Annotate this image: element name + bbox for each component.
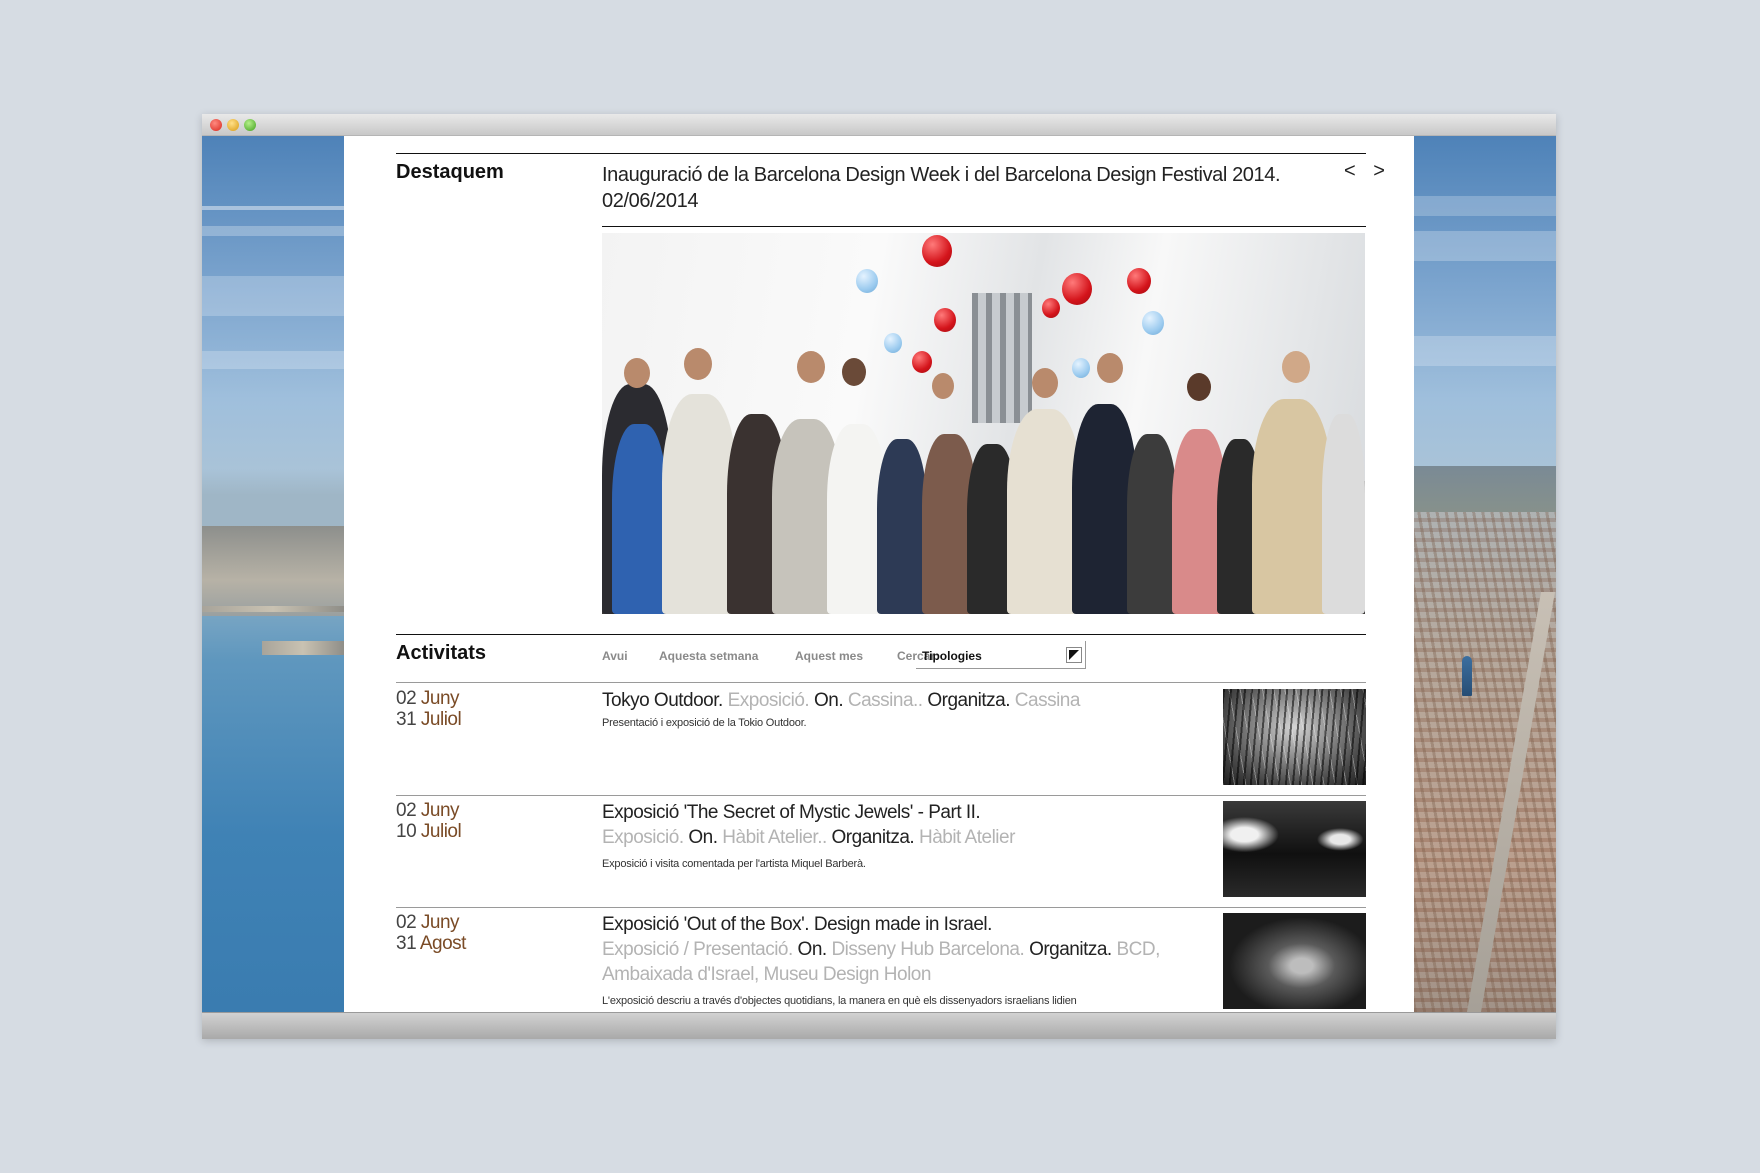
activity-description: L'exposició descriu a través d'objectes …: [602, 995, 1077, 1007]
activity-date-range: 02 Juny 31 Juliol: [396, 688, 462, 730]
activities-header-divider: [396, 682, 1366, 683]
activity-on-label: On.: [797, 939, 828, 960]
activity-row[interactable]: 02 Juny 31 Agost Exposició 'Out of the B…: [396, 908, 1366, 1012]
activity-thumbnail[interactable]: [1223, 913, 1366, 1009]
window-titlebar: [202, 114, 1556, 136]
activity-date-range: 02 Juny 10 Juliol: [396, 800, 462, 842]
activity-description: Exposició i visita comentada per l'artis…: [602, 858, 866, 870]
activity-org-label: Organitza.: [1029, 939, 1112, 960]
activity-organizer[interactable]: Hàbit Atelier: [919, 827, 1015, 848]
featured-section-title: Destaquem: [396, 161, 504, 183]
activity-on-label: On.: [813, 690, 844, 711]
activity-organizer[interactable]: Cassina: [1015, 690, 1081, 711]
activity-thumbnail[interactable]: [1223, 801, 1366, 897]
main-content: Destaquem Inauguració de la Barcelona De…: [344, 136, 1414, 1012]
typology-select[interactable]: Tipologies: [916, 641, 1086, 669]
activity-title[interactable]: Exposició 'The Secret of Mystic Jewels' …: [602, 800, 1142, 825]
activity-description: Presentació i exposició de la Tokio Outd…: [602, 717, 807, 729]
activity-place[interactable]: Hàbit Atelier..: [722, 827, 827, 848]
activity-row[interactable]: 02 Juny 10 Juliol Exposició 'The Secret …: [396, 796, 1366, 908]
featured-event-photo[interactable]: [602, 233, 1365, 614]
activity-type: Exposició.: [602, 827, 684, 848]
close-window-button[interactable]: [210, 119, 222, 131]
activity-place[interactable]: Cassina..: [848, 690, 923, 711]
browser-window: Destaquem Inauguració de la Barcelona De…: [202, 114, 1556, 1039]
filter-today[interactable]: Avui: [602, 649, 628, 663]
featured-event-date: 02/06/2014: [602, 190, 699, 212]
background-photo-left: [202, 136, 344, 1012]
activity-heading[interactable]: Exposició 'The Secret of Mystic Jewels' …: [602, 800, 1142, 850]
activity-org-label: Organitza.: [927, 690, 1011, 711]
minimize-window-button[interactable]: [227, 119, 239, 131]
activity-type: Exposició / Presentació.: [602, 939, 793, 960]
maximize-window-button[interactable]: [244, 119, 256, 131]
activity-on-label: On.: [688, 827, 718, 848]
window-bottom-bar: [202, 1012, 1556, 1039]
featured-photo-rule: [602, 226, 1366, 227]
filter-this-month[interactable]: Aquest mes: [795, 649, 863, 663]
activities-section-title: Activitats: [396, 642, 487, 664]
featured-event-heading[interactable]: Inauguració de la Barcelona Design Week …: [602, 162, 1282, 214]
activity-thumbnail[interactable]: [1223, 689, 1366, 785]
activity-date-range: 02 Juny 31 Agost: [396, 912, 466, 954]
activities-top-rule: [396, 634, 1366, 635]
activity-row[interactable]: 02 Juny 31 Juliol Tokyo Outdoor. Exposic…: [396, 684, 1366, 796]
select-arrow-icon: [1066, 647, 1082, 663]
activity-type: Exposició.: [727, 690, 810, 711]
activity-org-label: Organitza.: [831, 827, 915, 848]
typology-select-value: Tipologies: [922, 649, 982, 663]
featured-nav-arrows[interactable]: < >: [1344, 160, 1391, 183]
featured-event-title[interactable]: Inauguració de la Barcelona Design Week …: [602, 162, 1282, 188]
filter-this-week[interactable]: Aquesta setmana: [659, 649, 758, 663]
activity-heading[interactable]: Exposició 'Out of the Box'. Design made …: [602, 912, 1202, 987]
activity-heading[interactable]: Tokyo Outdoor. Exposició. On. Cassina.. …: [602, 688, 1142, 713]
activity-title[interactable]: Tokyo Outdoor.: [602, 690, 723, 711]
featured-top-rule: [396, 153, 1366, 154]
activity-place[interactable]: Disseny Hub Barcelona.: [831, 939, 1024, 960]
activity-title[interactable]: Exposició 'Out of the Box'. Design made …: [602, 912, 1202, 937]
background-photo-right: [1414, 136, 1556, 1012]
